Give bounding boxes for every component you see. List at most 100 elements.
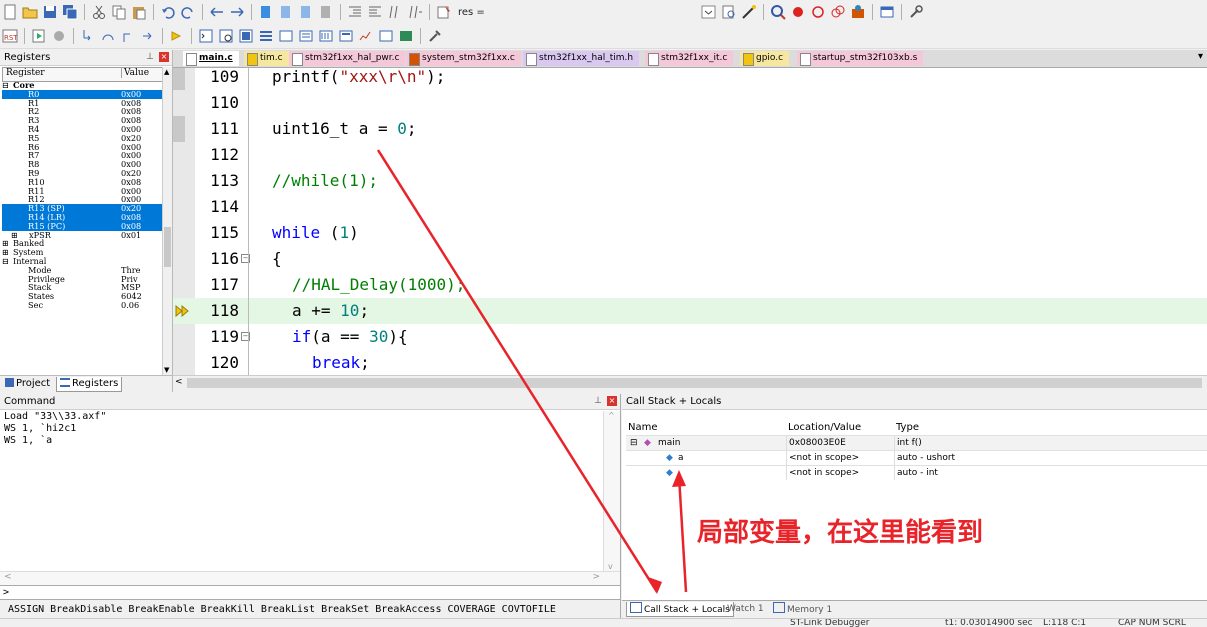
register-row[interactable]: Sec 0.06 bbox=[2, 301, 162, 310]
editor-hscrollbar[interactable]: < bbox=[173, 375, 1207, 392]
stop-icon[interactable] bbox=[51, 28, 67, 44]
wrench-icon[interactable] bbox=[908, 4, 924, 20]
trace-window-icon[interactable] bbox=[378, 28, 394, 44]
file-tab[interactable]: stm32f1xx_it.c bbox=[645, 51, 734, 66]
scroll-left-icon[interactable]: < bbox=[4, 572, 12, 582]
collapse-icon[interactable]: ⊟ bbox=[630, 436, 638, 450]
registers-tree[interactable]: ⊟ Core R0 0x00 R1 0x08 R2 0x08 R3 0x08 R4 0x00 R5 0x2… bbox=[2, 81, 162, 375]
register-value[interactable]: 0.06 bbox=[121, 301, 139, 310]
file-tab[interactable]: startup_stm32f103xb.s bbox=[797, 51, 924, 66]
command-vscrollbar[interactable]: ^ v bbox=[603, 411, 620, 571]
command-input[interactable]: > bbox=[0, 585, 620, 599]
command-window-icon[interactable] bbox=[198, 28, 214, 44]
tab-registers[interactable]: Registers bbox=[56, 377, 123, 392]
file-tab[interactable]: gpio.c bbox=[740, 51, 790, 66]
step-into-icon[interactable] bbox=[80, 28, 96, 44]
tab-watch-1[interactable]: Watch 1 bbox=[724, 602, 767, 616]
copy-icon[interactable] bbox=[111, 4, 127, 20]
pin-icon[interactable]: ⊥ bbox=[146, 50, 154, 65]
register-value[interactable]: 0x01 bbox=[121, 230, 141, 240]
debug-session-icon[interactable] bbox=[770, 4, 786, 20]
save-all-icon[interactable] bbox=[62, 4, 78, 20]
redo-icon[interactable] bbox=[180, 4, 196, 20]
find-in-files-icon[interactable] bbox=[436, 4, 452, 20]
scroll-thumb[interactable] bbox=[164, 227, 171, 267]
reset-icon[interactable]: RST bbox=[2, 28, 18, 44]
command-hscrollbar[interactable]: < > bbox=[0, 571, 620, 586]
symbols-window-icon[interactable] bbox=[238, 28, 254, 44]
code-line[interactable]: 114 bbox=[173, 194, 1207, 220]
file-tab[interactable]: stm32f1xx_hal_pwr.c bbox=[289, 51, 406, 66]
unindent-icon[interactable] bbox=[367, 4, 383, 20]
pin-icon[interactable]: ⊥ bbox=[594, 394, 602, 409]
file-tab[interactable]: system_stm32f1xx.c bbox=[406, 51, 521, 66]
tab-project[interactable]: Project bbox=[2, 377, 53, 391]
code-area[interactable]: 109 printf("xxx\r\n"); 110 111 uint16_t a = … bbox=[173, 68, 1207, 375]
breakpoint-kill-icon[interactable] bbox=[830, 4, 846, 20]
step-out-icon[interactable] bbox=[120, 28, 136, 44]
tab-callstack-locals[interactable]: Call Stack + Locals bbox=[626, 602, 734, 617]
open-folder-icon[interactable] bbox=[22, 4, 38, 20]
analysis-window-icon[interactable] bbox=[358, 28, 374, 44]
tabs-dropdown-icon[interactable]: ▾ bbox=[1198, 51, 1203, 62]
uncomment-icon[interactable] bbox=[407, 4, 423, 20]
system-viewer-icon[interactable] bbox=[398, 28, 414, 44]
tab-memory-1[interactable]: Memory 1 bbox=[770, 602, 835, 616]
show-next-statement-icon[interactable] bbox=[169, 28, 185, 44]
paste-icon[interactable] bbox=[131, 4, 147, 20]
configure-icon[interactable] bbox=[850, 4, 866, 20]
find-icon[interactable] bbox=[721, 4, 737, 20]
scroll-up-icon[interactable]: ▲ bbox=[164, 69, 171, 76]
code-line[interactable]: 109 printf("xxx\r\n"); bbox=[173, 68, 1207, 90]
file-tab[interactable]: stm32f1xx_hal_tim.h bbox=[523, 51, 640, 66]
breakpoint-insert-icon[interactable] bbox=[790, 4, 806, 20]
disassembly-window-icon[interactable] bbox=[218, 28, 234, 44]
callstack-row[interactable]: ◆ <not in scope> auto - int bbox=[626, 465, 1207, 480]
bookmark-clear-icon[interactable] bbox=[318, 4, 334, 20]
code-line[interactable]: 115 while (1) bbox=[173, 220, 1207, 246]
memory-window-icon[interactable] bbox=[318, 28, 334, 44]
callstack-value[interactable]: <not in scope> bbox=[786, 466, 859, 480]
window-layout-icon[interactable] bbox=[879, 4, 895, 20]
location-column-header[interactable]: Location/Value bbox=[788, 421, 861, 435]
register-row[interactable]: Mode Thre bbox=[2, 265, 162, 275]
code-line[interactable]: 116−{ bbox=[173, 246, 1207, 272]
code-line[interactable]: 118 a += 10; bbox=[173, 298, 1207, 324]
code-line[interactable]: 119− if(a == 30){ bbox=[173, 324, 1207, 350]
scroll-right-icon[interactable]: > bbox=[592, 572, 600, 582]
save-icon[interactable] bbox=[42, 4, 58, 20]
collapse-icon[interactable]: ⊟ bbox=[2, 81, 9, 90]
run-icon[interactable] bbox=[31, 28, 47, 44]
bookmark-next-icon[interactable] bbox=[298, 4, 314, 20]
collapse-icon[interactable]: ⊟ bbox=[2, 257, 9, 266]
register-column-header[interactable]: Register bbox=[6, 68, 45, 78]
code-line[interactable]: 117 //HAL_Delay(1000); bbox=[173, 272, 1207, 298]
scroll-up-icon[interactable]: ^ bbox=[608, 411, 615, 420]
wand-icon[interactable] bbox=[741, 4, 757, 20]
bookmark-prev-icon[interactable] bbox=[278, 4, 294, 20]
dropdown-icon[interactable] bbox=[701, 4, 717, 20]
watch-window-icon[interactable] bbox=[298, 28, 314, 44]
code-line[interactable]: 112 bbox=[173, 142, 1207, 168]
comment-icon[interactable] bbox=[387, 4, 403, 20]
new-file-icon[interactable] bbox=[2, 4, 18, 20]
value-column-header[interactable]: Value bbox=[121, 68, 149, 78]
code-line[interactable]: 111 uint16_t a = 0; bbox=[173, 116, 1207, 142]
code-line[interactable]: 113 //while(1); bbox=[173, 168, 1207, 194]
code-line[interactable]: 120 break; bbox=[173, 350, 1207, 375]
scroll-thumb[interactable] bbox=[187, 378, 1202, 388]
bookmark-icon[interactable] bbox=[258, 4, 274, 20]
run-to-cursor-icon[interactable] bbox=[140, 28, 156, 44]
watch-expression-label[interactable]: res = bbox=[458, 7, 485, 18]
serial-window-icon[interactable] bbox=[338, 28, 354, 44]
registers-window-icon[interactable] bbox=[258, 28, 274, 44]
registers-scrollbar[interactable]: ▲ ▼ bbox=[162, 67, 172, 375]
close-icon[interactable]: × bbox=[159, 52, 169, 62]
type-column-header[interactable]: Type bbox=[896, 421, 919, 435]
toolbox-icon[interactable] bbox=[427, 28, 443, 44]
undo-icon[interactable] bbox=[160, 4, 176, 20]
code-line[interactable]: 110 bbox=[173, 90, 1207, 116]
callstack-row[interactable]: ⊟ ◆ main 0x08003E0E int f() bbox=[626, 435, 1207, 450]
scroll-down-icon[interactable]: ▼ bbox=[164, 367, 171, 374]
scroll-left-icon[interactable]: < bbox=[175, 377, 183, 387]
